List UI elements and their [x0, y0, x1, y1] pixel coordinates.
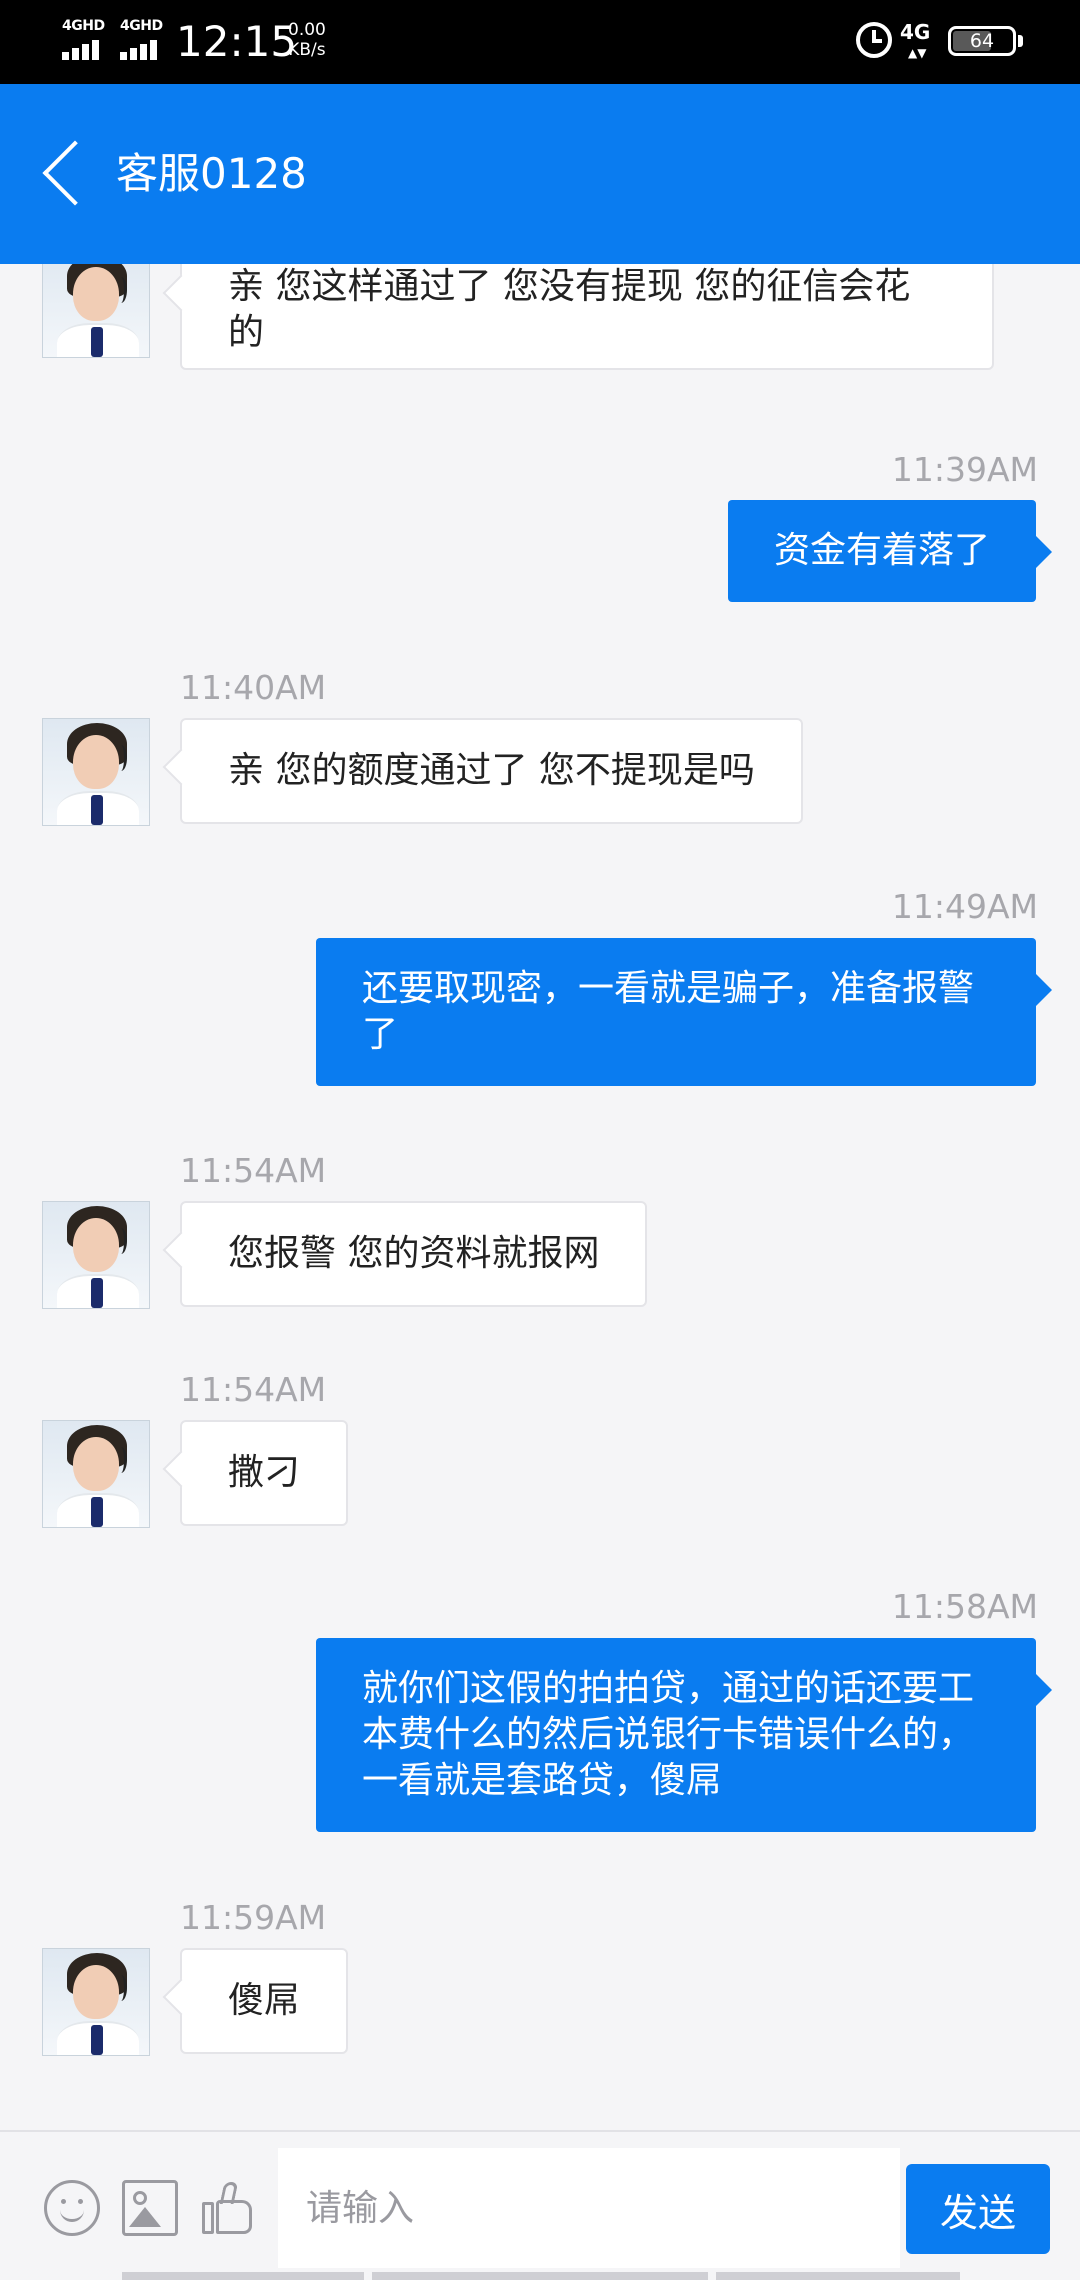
- message-text: 撒刁: [228, 1452, 301, 1493]
- message-timestamp: 11:54AM: [180, 1370, 327, 1409]
- agent-avatar[interactable]: [42, 264, 150, 358]
- message-text: 亲 您这样通过了 您没有提现 您的征信会花的: [228, 266, 911, 353]
- message-list[interactable]: 亲 您这样通过了 您没有提现 您的征信会花的 11:39AM 资金有着落了 11…: [0, 264, 1080, 2130]
- network-speed: 0.00 KB/s: [288, 20, 326, 60]
- battery-level: 64: [969, 30, 995, 52]
- chat-header: 客服0128: [0, 84, 1080, 264]
- keyboard-strip: [372, 2272, 708, 2280]
- message-text: 还要取现密，一看就是骗子，准备报警了: [362, 968, 975, 1055]
- message-bubble-outgoing[interactable]: 还要取现密，一看就是骗子，准备报警了: [316, 938, 1052, 1086]
- agent-avatar[interactable]: [42, 718, 150, 826]
- message-timestamp: 11:59AM: [180, 1898, 327, 1937]
- message-text: 资金有着落了: [773, 530, 990, 571]
- keyboard-strip: [122, 2272, 364, 2280]
- message-bubble-incoming[interactable]: 亲 您的额度通过了 您不提现是吗: [180, 718, 803, 824]
- network-type-label: 4GHD: [120, 18, 163, 34]
- network-indicator: 4G: [900, 20, 931, 44]
- agent-avatar[interactable]: [42, 1948, 150, 2056]
- message-timestamp: 11:40AM: [180, 668, 327, 707]
- clock: 12:15: [176, 17, 298, 66]
- alarm-icon: [856, 22, 892, 58]
- network-speed-unit: KB/s: [288, 40, 326, 60]
- battery-icon: 64: [948, 26, 1016, 56]
- message-text: 您报警 您的资料就报网: [228, 1233, 600, 1274]
- network-speed-value: 0.00: [288, 20, 326, 40]
- agent-avatar[interactable]: [42, 1420, 150, 1528]
- message-bubble-outgoing[interactable]: 就你们这假的拍拍贷，通过的话还要工本费什么的然后说银行卡错误什么的，一看就是套路…: [316, 1638, 1052, 1832]
- message-bubble-incoming[interactable]: 您报警 您的资料就报网: [180, 1201, 648, 1307]
- message-timestamp: 11:39AM: [891, 450, 1038, 489]
- composer-bar: 发送: [0, 2130, 1080, 2280]
- send-button[interactable]: 发送: [906, 2164, 1050, 2254]
- message-timestamp: 11:49AM: [891, 887, 1038, 926]
- data-activity-icon: ▲▼: [908, 46, 927, 60]
- message-input[interactable]: [278, 2148, 900, 2268]
- message-timestamp: 11:54AM: [180, 1151, 327, 1190]
- battery-tip: [1018, 35, 1023, 47]
- signal-icon: 4GHD: [60, 18, 112, 60]
- message-bubble-incoming[interactable]: 亲 您这样通过了 您没有提现 您的征信会花的: [180, 264, 994, 370]
- emoji-icon[interactable]: [44, 2180, 100, 2236]
- network-type-label: 4GHD: [62, 18, 105, 34]
- message-text: 亲 您的额度通过了 您不提现是吗: [228, 750, 755, 791]
- thumbs-up-icon[interactable]: [200, 2180, 256, 2236]
- status-bar: 4GHD 4GHD 12:15 0.00 KB/s 4G ▲▼ 64: [0, 0, 1080, 84]
- message-bubble-outgoing[interactable]: 资金有着落了: [727, 500, 1053, 602]
- message-bubble-incoming[interactable]: 撒刁: [180, 1420, 349, 1526]
- page-title: 客服0128: [116, 149, 307, 198]
- keyboard-strip: [716, 2272, 960, 2280]
- image-icon[interactable]: [122, 2180, 178, 2236]
- message-bubble-incoming[interactable]: 傻屌: [180, 1948, 349, 2054]
- signal-icon: 4GHD: [118, 18, 170, 60]
- message-text: 就你们这假的拍拍贷，通过的话还要工本费什么的然后说银行卡错误什么的，一看就是套路…: [362, 1668, 975, 1801]
- back-button[interactable]: [30, 124, 100, 224]
- message-text: 傻屌: [228, 1980, 301, 2021]
- agent-avatar[interactable]: [42, 1201, 150, 1309]
- message-timestamp: 11:58AM: [891, 1587, 1038, 1626]
